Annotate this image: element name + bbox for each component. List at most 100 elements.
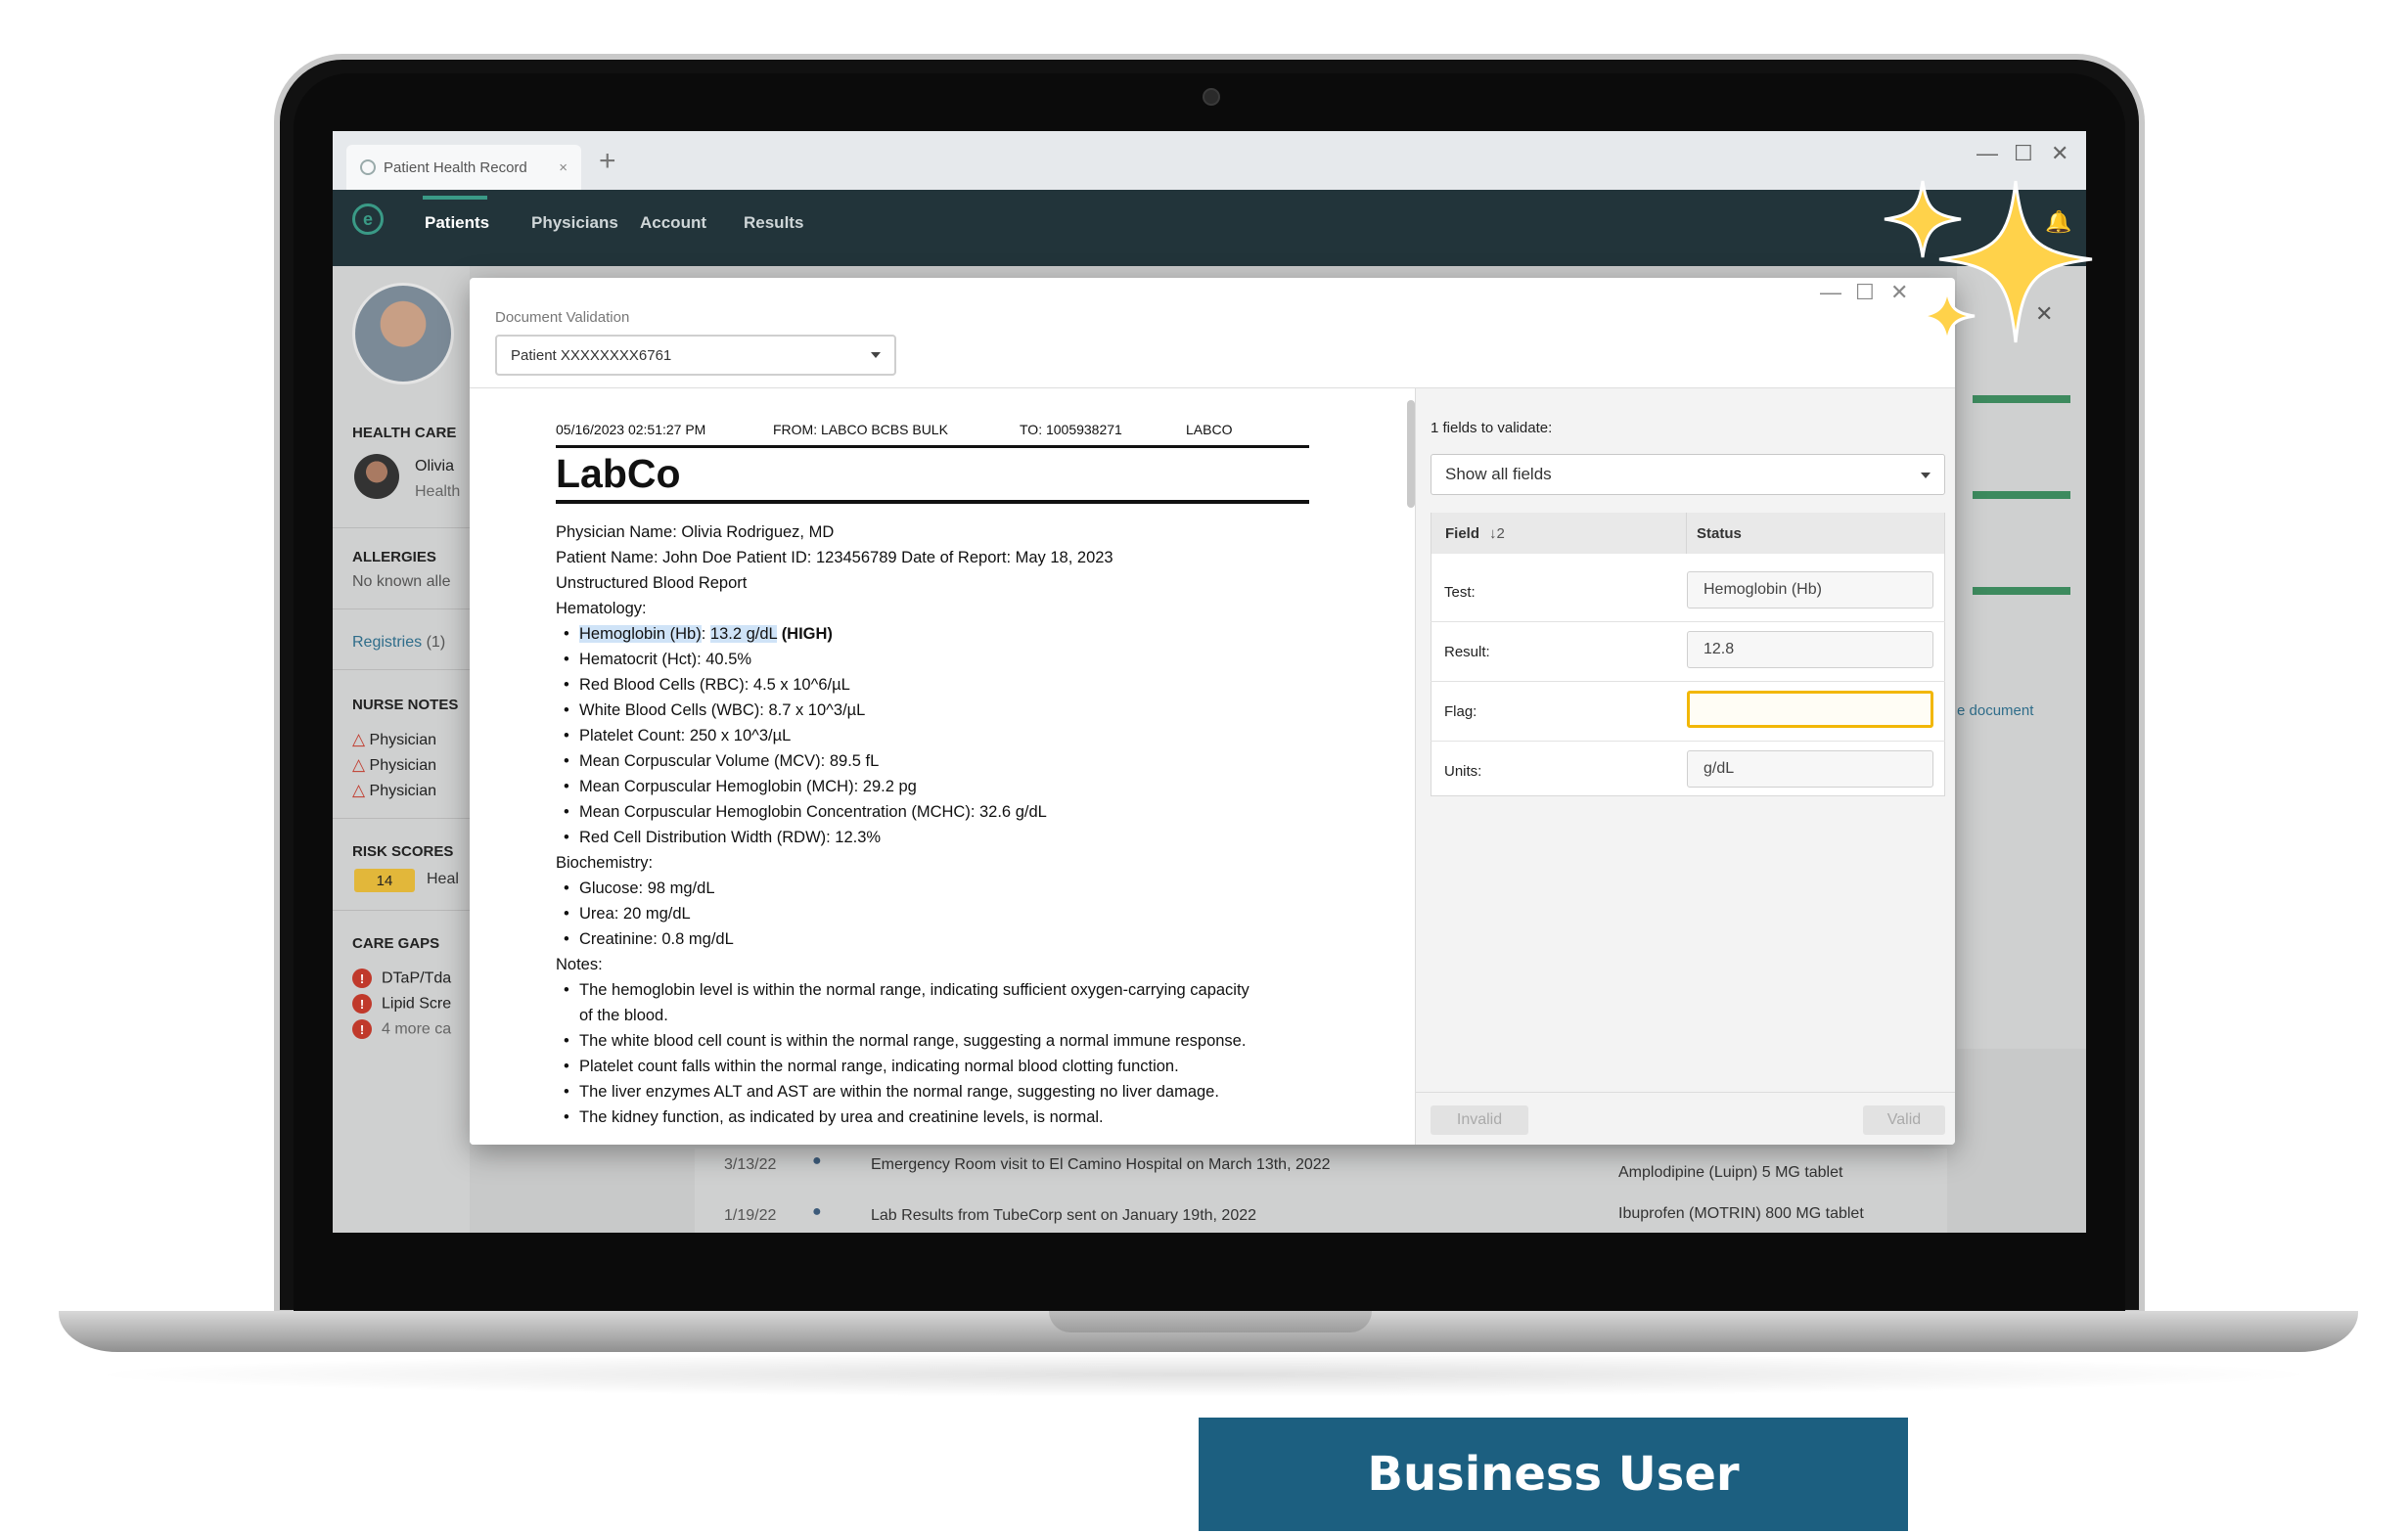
patient-avatar [352,283,454,384]
maximize-icon[interactable]: ☐ [2014,141,2033,166]
right-panel-link[interactable]: e document [1957,702,2033,719]
browser-tab[interactable]: Patient Health Record × [346,145,581,190]
app-logo-icon[interactable]: e [352,203,384,235]
column-header-field[interactable]: Field ↓2 [1431,513,1686,554]
nav-tab-patients[interactable]: Patients [425,213,489,233]
dialog-minimize-icon[interactable]: — [1820,280,1841,305]
alert-icon: ! [352,1019,372,1039]
field-value-test[interactable]: Hemoglobin (Hb) [1687,571,1933,609]
care-gap-item[interactable]: ! Lipid Scre [352,994,451,1014]
doc-note-item: of the blood. [579,1007,668,1024]
tab-title: Patient Health Record [384,158,527,176]
webcam [1203,88,1220,106]
doc-note-item: The liver enzymes ALT and AST are within… [579,1083,1219,1101]
medication-item[interactable]: Amplodipine (Luipn) 5 MG tablet [1618,1164,1842,1182]
doc-report-type: Unstructured Blood Report [556,574,748,592]
risk-score-label: Heal [427,871,459,887]
valid-button[interactable]: Valid [1863,1105,1945,1135]
patient-sidebar [333,266,470,1233]
doc-hematology-item: Mean Corpuscular Hemoglobin Concentratio… [579,803,1047,821]
care-gap-label: Lipid Scre [382,995,452,1013]
allergies-text: No known alle [352,573,451,590]
field-label-units: Units: [1444,763,1482,780]
window-close-icon[interactable]: ✕ [2051,141,2068,166]
patient-select-value: Patient XXXXXXXX6761 [511,346,672,364]
nurse-note-item[interactable]: △ Physician [352,781,436,800]
nav-tab-results[interactable]: Results [744,213,803,233]
doc-biochem-item: Creatinine: 0.8 mg/dL [579,930,734,948]
doc-biochem-item: Urea: 20 mg/dL [579,905,691,923]
alert-icon: ! [352,969,372,988]
field-value-flag[interactable] [1687,691,1933,728]
alert-icon: ! [352,994,372,1014]
care-gap-label: 4 more ca [382,1020,452,1038]
document-scrollbar[interactable] [1407,400,1415,508]
care-provider-name[interactable]: Olivia [415,458,454,475]
sparkle-small-icon [1884,180,1962,258]
bullet: • [564,905,569,923]
bullet: • [564,1032,569,1050]
care-gap-item[interactable]: ! 4 more ca [352,1019,451,1039]
health-care-heading: HEALTH CARE [352,425,457,441]
highlight-hb-label[interactable]: Hemoglobin (Hb) [579,625,702,643]
new-tab-button[interactable]: + [599,145,616,178]
doc-from: FROM: LABCO BCBS BULK [773,422,948,437]
medication-item[interactable]: Ibuprofen (MOTRIN) 800 MG tablet [1618,1205,1864,1223]
document-validation-dialog: Document Validation — ☐ ✕ Patient XXXXXX… [470,278,1955,1145]
patient-select[interactable]: Patient XXXXXXXX6761 [495,335,896,376]
bullet: • [564,625,569,643]
document-preview[interactable]: 05/16/2023 02:51:27 PM FROM: LABCO BCBS … [470,388,1405,1145]
registries-link[interactable]: Registries (1) [352,634,445,652]
doc-notes-heading: Notes: [556,956,603,973]
bullet: • [564,1058,569,1075]
doc-hematology-item: Mean Corpuscular Hemoglobin (MCH): 29.2 … [579,778,917,795]
bullet: • [564,778,569,795]
highlight-hb-value[interactable]: 13.2 g/dL [709,625,778,643]
field-filter-select[interactable]: Show all fields [1431,454,1945,495]
tab-close-icon[interactable]: × [559,159,568,176]
doc-note-item: The hemoglobin level is within the norma… [579,981,1249,999]
doc-hematology-item: Hematocrit (Hct): 40.5% [579,651,752,668]
timeline-date: 3/13/22 [724,1156,777,1173]
pdf-icon: △ [352,781,366,799]
doc-note-item: The kidney function, as indicated by ure… [579,1108,1104,1126]
progress-bar [1973,395,2070,403]
chevron-down-icon [871,352,881,358]
laptop-notch [1049,1311,1372,1332]
field-label-test: Test: [1444,584,1476,601]
doc-hematology-item: White Blood Cells (WBC): 8.7 x 10^3/µL [579,701,866,719]
field-label-result: Result: [1444,644,1490,660]
sort-icon[interactable]: ↓2 [1489,525,1505,542]
bullet: • [564,879,569,897]
care-gap-item[interactable]: ! DTaP/Tda [352,969,451,988]
field-value-units[interactable]: g/dL [1687,750,1933,788]
person-icon: ● [812,1203,822,1220]
minimize-icon[interactable]: — [1976,141,1998,166]
fields-to-validate-label: 1 fields to validate: [1431,420,1553,436]
doc-note-item: The white blood cell count is within the… [579,1032,1247,1050]
sparkle-icon [1884,180,2093,344]
person-icon: ● [812,1152,822,1169]
doc-patient-line: Patient Name: John Doe Patient ID: 12345… [556,549,1113,566]
nurse-note-item[interactable]: △ Physician [352,730,436,749]
doc-rule [556,500,1309,504]
progress-bar [1973,491,2070,499]
laptop-screen: Patient Health Record × + — ☐ ✕ e Patien… [333,131,2086,1233]
invalid-button[interactable]: Invalid [1431,1105,1528,1135]
column-header-status[interactable]: Status [1686,513,1944,554]
dialog-title: Document Validation [495,309,630,326]
row-divider [1431,741,1945,742]
site-favicon-icon [360,159,376,175]
laptop-shadow [78,1352,2329,1397]
field-value-result[interactable]: 12.8 [1687,631,1933,668]
nav-tab-physicians[interactable]: Physicians [531,213,618,233]
nurse-notes-heading: NURSE NOTES [352,697,459,713]
timeline-entry[interactable]: Lab Results from TubeCorp sent on Januar… [871,1207,1256,1225]
row-divider [1431,681,1945,682]
dialog-maximize-icon[interactable]: ☐ [1855,280,1875,305]
nurse-note-item[interactable]: △ Physician [352,755,436,775]
nav-tab-account[interactable]: Account [640,213,706,233]
sparkle-tiny-icon [1919,288,1976,344]
timeline-entry[interactable]: Emergency Room visit to El Camino Hospit… [871,1156,1331,1174]
risk-scores-heading: RISK SCORES [352,843,454,860]
